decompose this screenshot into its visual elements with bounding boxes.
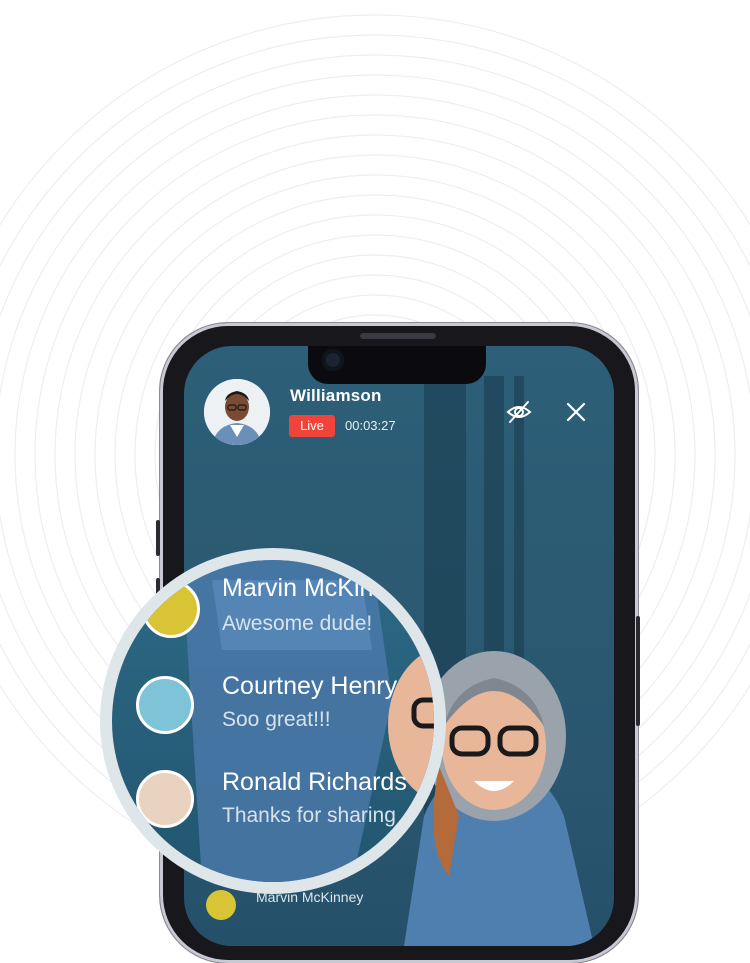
- phone-side-button: [156, 520, 160, 556]
- comment-item: Courtney Henry Soo great!!!: [112, 656, 434, 736]
- host-name: Williamson: [290, 386, 382, 405]
- comment-name: Marvin McKinney: [222, 574, 414, 602]
- comment-avatar: [136, 676, 194, 734]
- host-avatar[interactable]: [204, 379, 270, 445]
- hide-button[interactable]: [503, 396, 535, 428]
- close-icon: [566, 402, 586, 422]
- comment-item: Ronald Richards Thanks for sharing: [112, 752, 434, 832]
- comment-text: Awesome dude!: [222, 612, 373, 635]
- phone-power-button: [636, 616, 640, 726]
- comment-avatar: [142, 580, 200, 638]
- phone-speaker: [360, 333, 436, 339]
- eye-off-icon: [506, 401, 532, 423]
- stream-timer: 00:03:27: [345, 418, 396, 433]
- close-button[interactable]: [560, 396, 592, 428]
- comment-name: Courtney Henry: [222, 672, 398, 700]
- magnified-comments: Marvin McKinney Awesome dude! Courtney H…: [112, 560, 434, 882]
- avatar-illustration: [204, 379, 270, 445]
- comment-avatar: [136, 770, 194, 828]
- comment-text: Soo great!!!: [222, 708, 331, 731]
- comment-name: Ronald Richards: [222, 768, 407, 796]
- front-camera: [322, 349, 344, 371]
- comment-text: Thanks for sharing: [222, 804, 396, 827]
- comment-item: Marvin McKinney Awesome dude!: [112, 560, 434, 640]
- comment-avatar: [206, 890, 236, 920]
- live-badge: Live: [289, 415, 335, 437]
